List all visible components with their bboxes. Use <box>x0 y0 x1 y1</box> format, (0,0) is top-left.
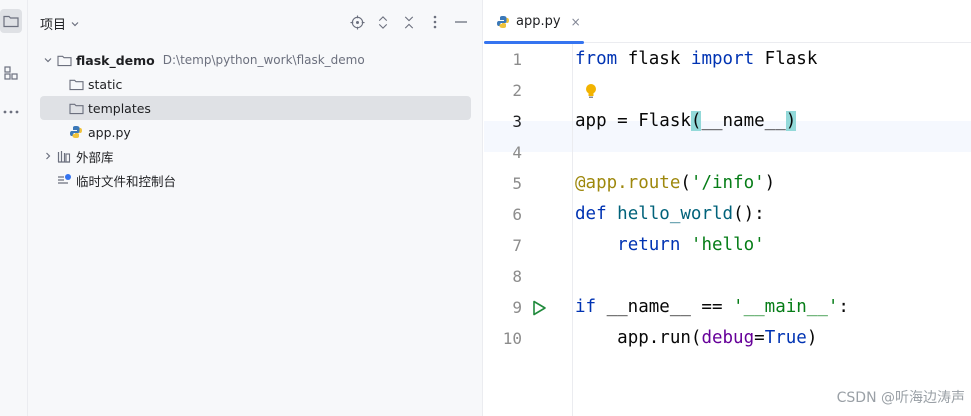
code-line-2 <box>574 75 971 106</box>
folder-icon <box>3 15 19 28</box>
tree-item-label: templates <box>88 100 151 116</box>
chevron-down-icon <box>71 21 79 26</box>
project-tool-button[interactable] <box>0 9 22 33</box>
line-number: 3 <box>512 112 522 131</box>
run-icon <box>533 300 546 315</box>
project-panel: 项目 flask_demo D:\temp\python_work\flask_… <box>28 0 483 416</box>
code-line-9: if __name__ == '__main__': <box>575 297 849 317</box>
tab-label: app.py <box>516 14 561 29</box>
line-number: 6 <box>512 205 522 224</box>
gutter-separator <box>572 44 573 416</box>
options-icon[interactable] <box>427 14 443 30</box>
expand-all-icon[interactable] <box>375 14 391 30</box>
code-line-5: @app.route('/info') <box>575 173 776 193</box>
code-line-6: def hello_world(): <box>575 204 765 224</box>
lightbulb-icon[interactable] <box>584 81 598 101</box>
folder-icon <box>68 100 84 116</box>
project-panel-header: 项目 <box>28 0 483 44</box>
line-number: 4 <box>512 143 522 162</box>
code-line-1: from flask import Flask <box>575 49 818 69</box>
folder-icon <box>68 76 84 92</box>
collapse-all-icon[interactable] <box>401 14 417 30</box>
project-tree: flask_demo D:\temp\python_work\flask_dem… <box>40 48 471 192</box>
tree-item-flask-demo[interactable]: flask_demo D:\temp\python_work\flask_dem… <box>40 48 471 72</box>
run-gutter-button[interactable] <box>530 292 548 323</box>
structure-icon <box>4 66 18 80</box>
python-file-icon <box>68 124 84 140</box>
structure-tool-button[interactable] <box>0 61 22 85</box>
more-tools-button[interactable] <box>0 100 22 124</box>
tree-item-label: 临时文件和控制台 <box>76 173 177 189</box>
tree-item-label: flask_demo <box>76 52 155 68</box>
chevron-right-icon[interactable] <box>40 148 56 164</box>
locate-icon[interactable] <box>349 14 365 30</box>
library-icon <box>56 148 72 164</box>
project-path: D:\temp\python_work\flask_demo <box>162 53 365 67</box>
line-number: 9 <box>512 298 522 317</box>
tree-item-scratches[interactable]: 临时文件和控制台 <box>40 168 471 192</box>
project-panel-title: 项目 <box>40 18 67 33</box>
tree-item-static[interactable]: static <box>40 72 471 96</box>
tree-item-label: 外部库 <box>76 149 114 165</box>
line-number: 1 <box>512 50 522 69</box>
folder-icon <box>56 52 72 68</box>
editor-gutter: 1 2 3 4 5 6 7 8 9 10 <box>484 44 572 416</box>
code-line-10: app.run(debug=True) <box>617 328 818 348</box>
code-line-3: app = Flask(__name__) <box>575 111 797 131</box>
line-number: 8 <box>512 267 522 286</box>
tree-item-label: static <box>88 76 123 92</box>
tree-item-external-libraries[interactable]: 外部库 <box>40 144 471 168</box>
tree-item-templates[interactable]: templates <box>40 96 471 120</box>
watermark: CSDN @听海边涛声 <box>836 390 965 406</box>
editor: app.py × 1 2 3 4 5 6 7 8 9 10 from flask… <box>484 0 971 416</box>
tree-item-app-py[interactable]: app.py <box>40 120 471 144</box>
scratches-icon <box>56 172 72 188</box>
line-number: 5 <box>512 174 522 193</box>
tab-app-py[interactable]: app.py × <box>484 0 584 44</box>
chevron-down-icon[interactable] <box>40 52 56 68</box>
minimize-icon[interactable] <box>453 14 469 30</box>
line-number: 2 <box>512 81 522 100</box>
python-file-icon <box>497 15 509 28</box>
tool-window-strip <box>0 0 28 416</box>
more-icon <box>3 110 19 114</box>
code-line-7: return 'hello' <box>617 235 765 255</box>
editor-tabs: app.py × <box>484 0 971 44</box>
line-number: 10 <box>502 329 522 348</box>
line-number: 7 <box>512 236 522 255</box>
tree-item-label: app.py <box>88 124 131 140</box>
close-icon[interactable]: × <box>571 15 581 29</box>
project-view-selector[interactable]: 项目 <box>40 14 80 33</box>
